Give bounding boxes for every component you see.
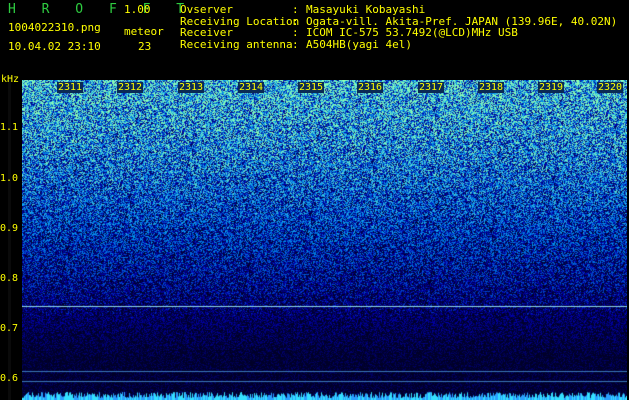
y-tick-label: 1.1 [0,122,19,133]
info-key: Receiver [180,26,233,39]
x-tick-label: 2317 [418,82,445,93]
info-row-antenna: Receiving antenna: A504HB(yagi 4el) [180,37,412,51]
info-value: Masayuki Kobayashi [306,3,426,16]
y-axis-unit: kHz [1,74,20,85]
meteor-label: meteor [124,25,164,38]
x-tick-label: 2320 [597,82,624,93]
app-version: 1.00 [124,3,151,16]
x-tick-label: 2313 [178,82,205,93]
x-tick-label: 2314 [238,82,265,93]
app-logo: H R O F F T [8,2,194,17]
x-tick-label: 2311 [57,82,84,93]
info-value: ICOM IC-575 53.7492(@LCD)MHz USB [306,26,518,39]
y-tick-label: 0.8 [0,273,19,284]
info-row-receiver: Receiver: ICOM IC-575 53.7492(@LCD)MHz US… [180,26,518,39]
x-tick-label: 2316 [357,82,384,93]
spectrogram [22,80,627,400]
date-time: 10.04.02 23:10 [8,40,101,53]
meteor-count: 23 [138,40,152,53]
x-tick-label: 2318 [478,82,505,93]
y-tick-label: 0.9 [0,223,19,234]
info-row-observer: Ovserver: Masayuki Kobayashi [180,3,426,16]
info-key: Ovserver [180,3,233,16]
x-tick-label: 2315 [298,82,325,93]
station-info: Ovserver: Masayuki Kobayashi Receiving Lo… [180,4,617,50]
header-panel: H R O F F T 1.00 1004022310.png meteor 1… [0,0,629,80]
x-tick-label: 2312 [117,82,144,93]
x-tick-label: 2319 [538,82,565,93]
file-name: 1004022310.png [8,21,101,34]
y-tick-label: 0.7 [0,323,19,334]
info-key: Receiving antenna [180,37,293,51]
y-tick-label: 1.0 [0,173,19,184]
info-value: A504HB(yagi 4el) [306,37,412,51]
y-tick-label: 0.6 [0,373,19,384]
